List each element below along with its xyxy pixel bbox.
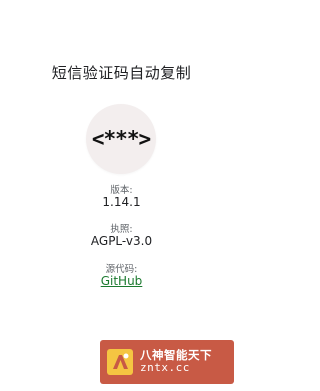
watermark-domain-text: zntx.cc [140,361,190,375]
license-value: AGPL-v3.0 [90,234,153,248]
app-logo-text: <***> [91,127,151,151]
version-value: 1.14.1 [102,195,141,209]
watermark-logo-icon [100,340,140,384]
github-link[interactable]: GitHub [101,274,143,288]
version-label: 版本: [110,185,133,196]
about-screen: 短信验证码自动复制 <***> 版本: 1.14.1 执照: AGPL-v3.0… [0,0,243,391]
app-logo: <***> [86,104,156,174]
app-title: 短信验证码自动复制 [51,64,192,82]
source-row: GitHub [0,274,243,288]
license-label: 执照: [110,224,133,235]
watermark: 八神智能天下 zntx.cc [100,340,234,384]
source-label: 源代码: [105,264,138,275]
